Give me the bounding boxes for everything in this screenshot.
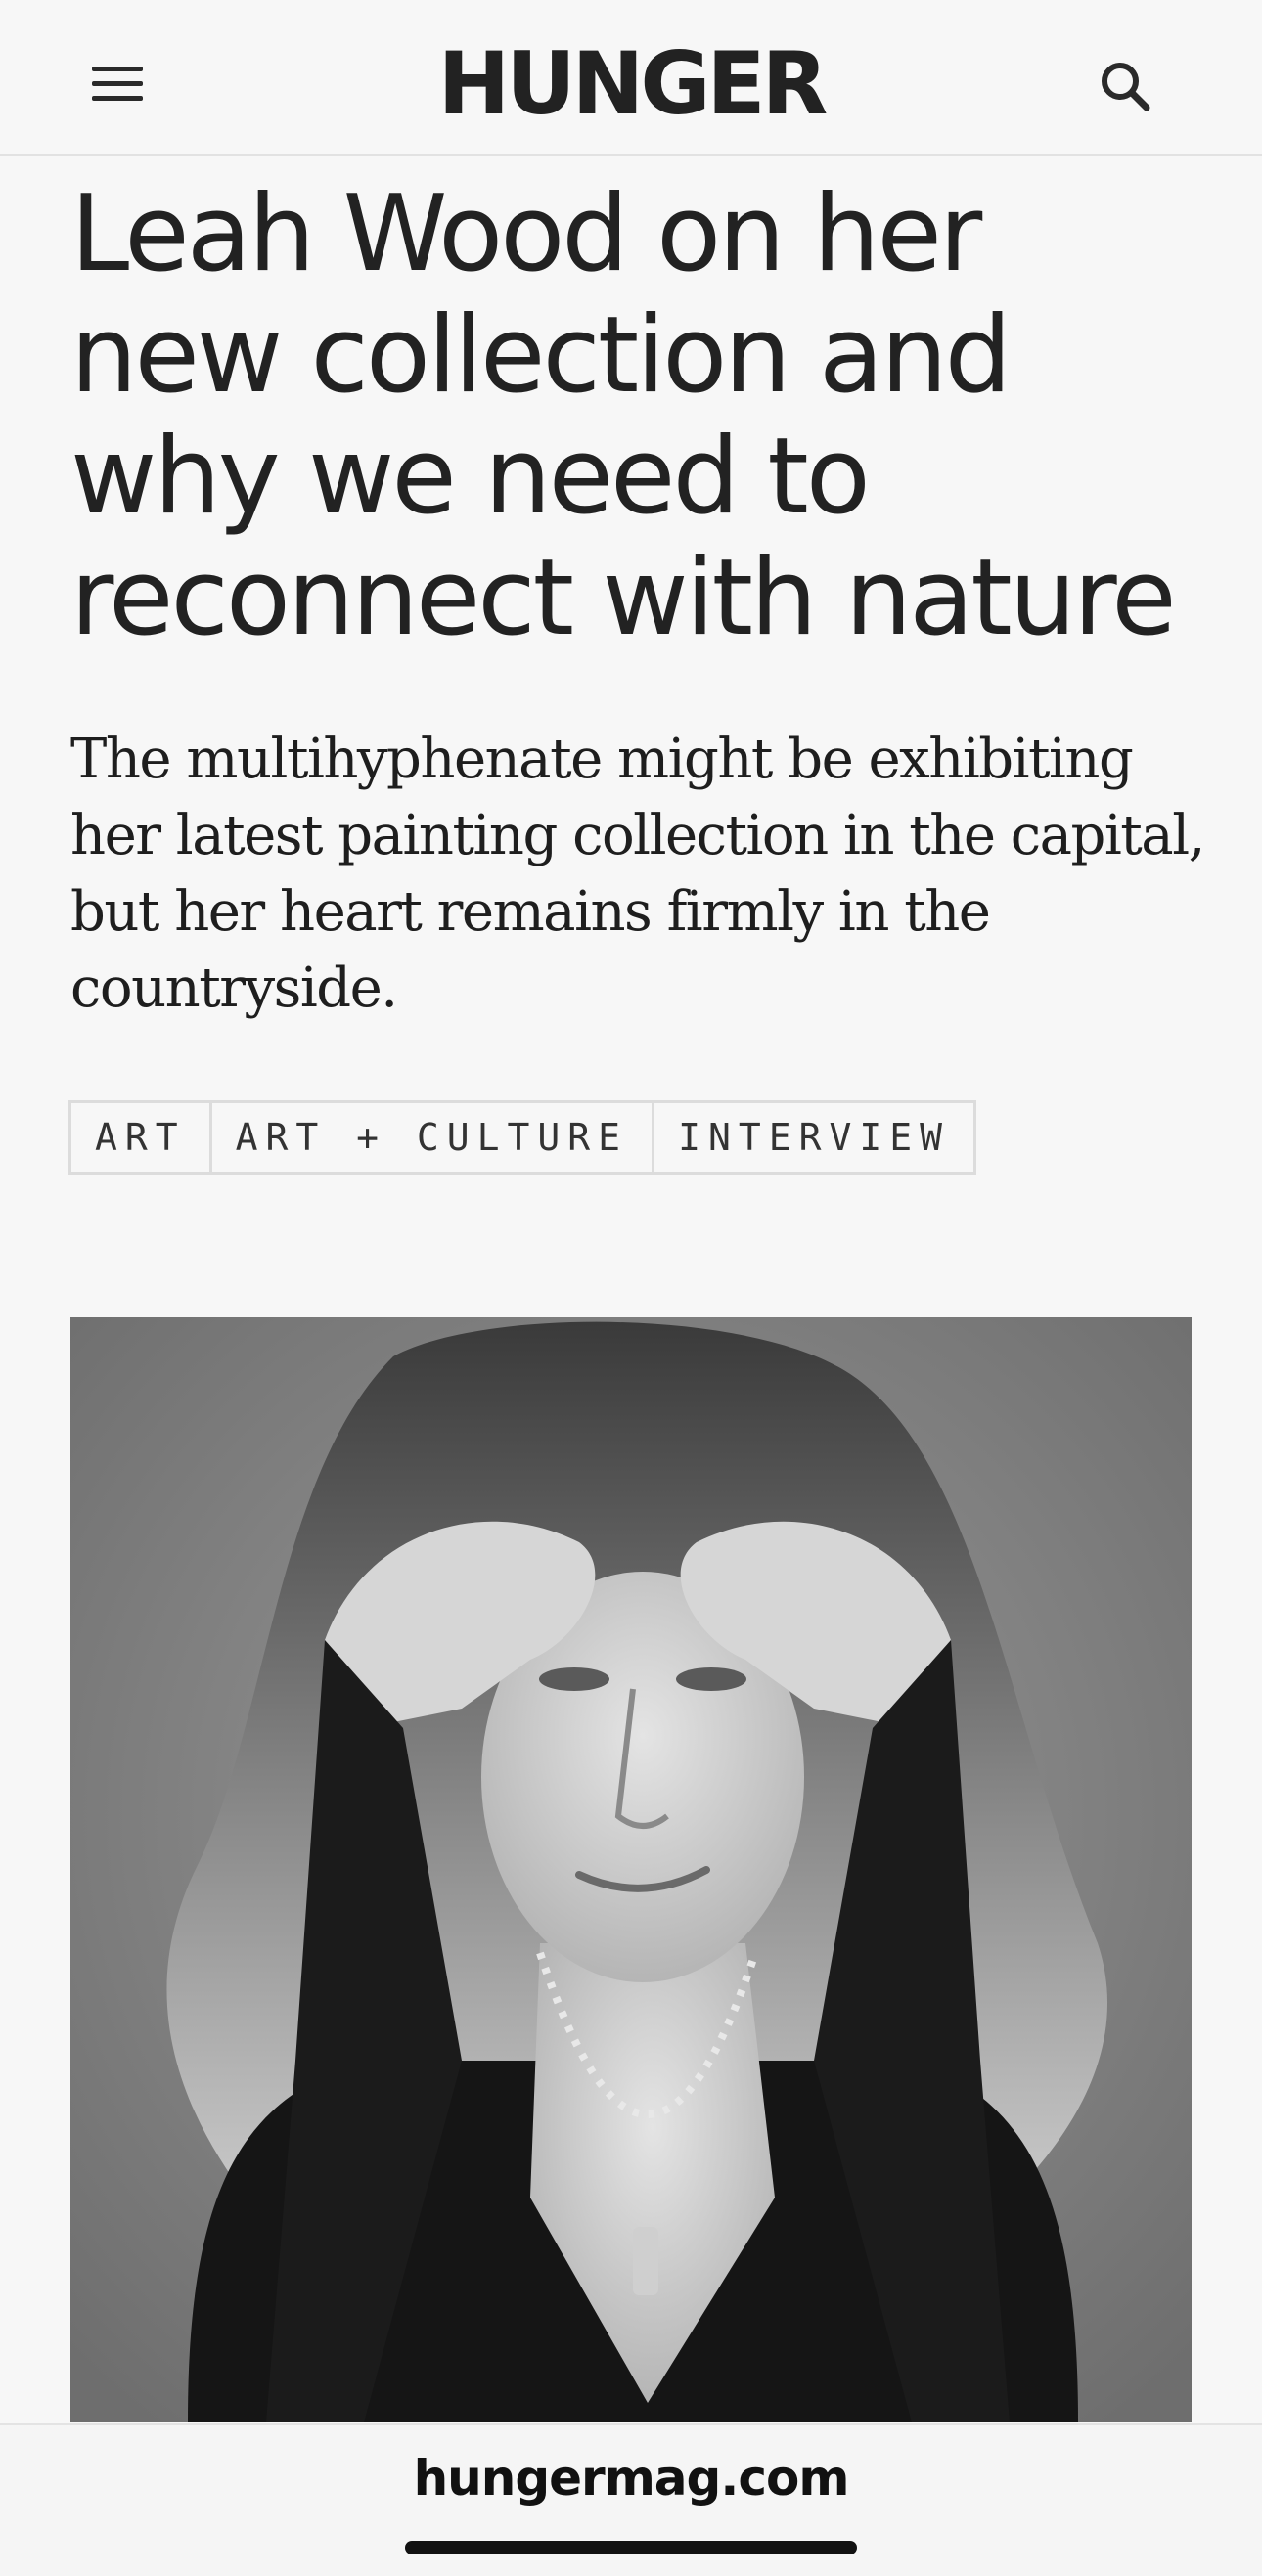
- site-logo[interactable]: HUNGER: [438, 33, 829, 134]
- url-text[interactable]: hungermag.com: [0, 2449, 1262, 2508]
- menu-button[interactable]: [70, 51, 164, 121]
- tag-interview[interactable]: INTERVIEW: [652, 1103, 973, 1172]
- hamburger-menu-icon: [92, 65, 143, 109]
- portrait-illustration: [70, 1317, 1192, 2422]
- article-standfirst: The multihyphenate might be exhibiting h…: [70, 728, 1205, 1020]
- site-header: HUNGER: [0, 0, 1262, 156]
- tag-art-culture[interactable]: ART + CULTURE: [208, 1103, 652, 1172]
- tag-list: ART ART + CULTURE INTERVIEW: [68, 1100, 976, 1175]
- hero-photo: [70, 1317, 1192, 2422]
- search-button[interactable]: [1086, 51, 1164, 125]
- tag-art[interactable]: ART: [71, 1103, 209, 1172]
- search-icon: [1100, 61, 1150, 116]
- home-indicator[interactable]: [405, 2541, 857, 2554]
- article-headline: Leah Wood on her new collection and why …: [70, 173, 1177, 659]
